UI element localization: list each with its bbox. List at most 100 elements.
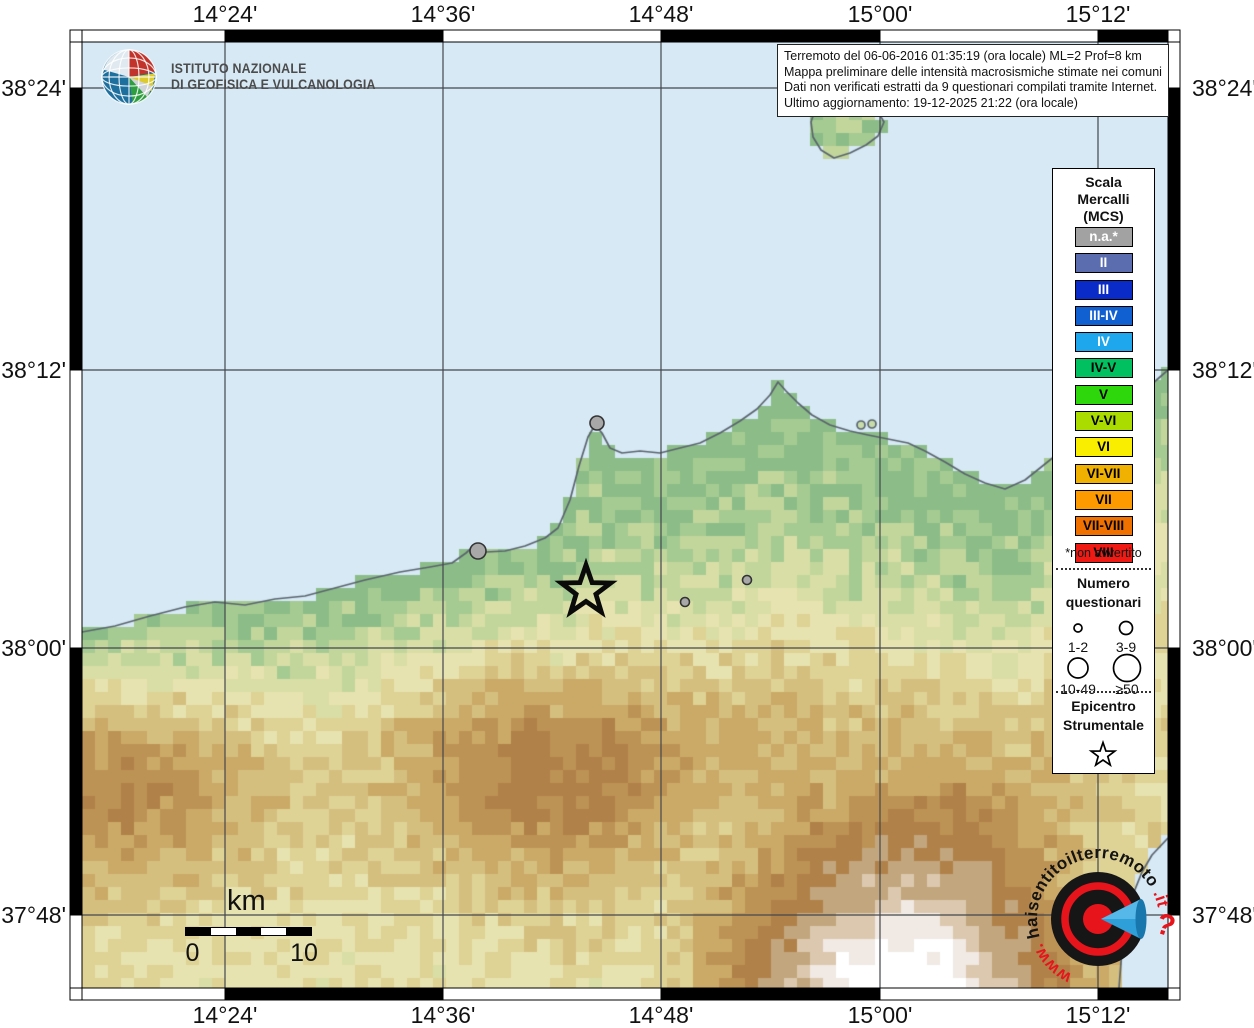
questionnaire-size-label: ≥50 [1115,681,1138,697]
ingv-name-line2: DI GEOFISICA E VULCANOLOGIA [171,77,376,94]
map-frame-segment [661,988,880,1000]
haisentitoilterremoto-logo: ? www. haisentitoilterremoto .it [1013,837,1183,1000]
logo-url-tld: .it [1149,887,1172,909]
map-frame-segment [1098,30,1168,42]
map-frame-segment [661,30,880,42]
map-frame-segment [443,988,661,1000]
epicenter-title-line2: Strumentale [1053,716,1154,735]
ingv-logo: ISTITUTO NAZIONALE DI GEOFISICA E VULCAN… [100,46,393,108]
scale-bar-segments [185,927,312,936]
logo-megaphone-cap [1136,899,1147,939]
map-frame-segment [1168,88,1180,370]
questionnaire-size-key: 1-2 3-9 10-49 ≥50 [1053,614,1154,698]
ingv-name-line1: ISTITUTO NAZIONALE [171,61,376,78]
epicenter-section-title: Epicentro Strumentale [1053,697,1154,735]
terrain-map [82,42,1168,988]
axis-label-right: 38°00' [1192,635,1254,661]
questionnaire-size-circle [1120,622,1133,635]
info-line-map-type: Mappa preliminare delle intensità macros… [784,65,1162,81]
scale-start-label: 0 [180,939,205,968]
map-frame-segment [70,915,82,988]
mcs-chip-n.a.*: n.a.* [1075,227,1133,247]
scale-segment [211,928,236,935]
scale-segment [186,928,211,935]
legend-title-line3: (MCS) [1053,208,1154,225]
map-frame-segment [1168,42,1180,88]
legend-footnote: *non avvertito [1053,546,1154,560]
map-frame-segment [70,370,82,648]
mcs-chip-VI-VII: VI-VII [1075,464,1133,484]
logo-question-mark: ? [1152,907,1180,944]
mcs-chip-list: n.a.*IIIIIIII-IVIVIV-VVV-VIVIVI-VIIVIIVI… [1053,227,1154,563]
map-frame-segment [70,88,82,370]
legend-panel: Scala Mercalli (MCS) n.a.*IIIIIIII-IVIVI… [1052,168,1155,774]
map-frame-segment [70,988,82,1000]
map-frame-segment [82,988,225,1000]
scale-segment [236,928,261,935]
scale-unit-label: km [227,885,266,918]
mcs-chip-III: III [1075,280,1133,300]
mcs-chip-IV-V: IV-V [1075,358,1133,378]
map-frame-segment [225,30,443,42]
info-line-event: Terremoto del 06-06-2016 01:35:19 (ora l… [784,49,1162,65]
axis-label-bottom: 15°00' [835,1002,925,1028]
mcs-chip-II: II [1075,253,1133,273]
axis-label-left: 38°24' [0,75,66,101]
scale-end-label: 10 [288,939,320,968]
info-line-data-source: Dati non verificati estratti da 9 questi… [784,80,1162,96]
questionnaire-section-title: Numero questionari [1053,574,1154,612]
epicenter-title-line1: Epicentro [1053,697,1154,716]
axis-label-bottom: 14°48' [616,1002,706,1028]
epicenter-star-key [1053,737,1154,771]
legend-title-line2: Mercalli [1053,191,1154,208]
map-frame-segment [225,988,443,1000]
legend-divider-2 [1056,691,1151,693]
epicenter-star-icon [1091,743,1115,766]
questionnaire-size-label: 3-9 [1116,639,1136,655]
questionnaire-title-line2: questionari [1053,593,1154,612]
mcs-chip-VII: VII [1075,490,1133,510]
axis-label-right: 38°12' [1192,357,1254,383]
intensity-map-page: ISTITUTO NAZIONALE DI GEOFISICA E VULCAN… [0,0,1254,1024]
axis-label-right: 38°24' [1192,75,1254,101]
scale-segment [261,928,286,935]
legend-title-line1: Scala [1053,174,1154,191]
scale-segment [286,928,311,935]
mcs-chip-V: V [1075,385,1133,405]
map-frame-segment [443,30,661,42]
map-frame-segment [1168,30,1180,42]
map-frame-segment [70,30,82,42]
questionnaire-size-circle [1068,658,1088,678]
axis-label-left: 38°12' [0,357,66,383]
legend-divider-1 [1056,568,1151,570]
mcs-chip-VI: VI [1075,437,1133,457]
axis-label-right: 37°48' [1192,902,1254,928]
mcs-chip-III-IV: III-IV [1075,306,1133,326]
mcs-chip-IV: IV [1075,332,1133,352]
axis-label-top: 14°24' [180,1,270,27]
ingv-globe-icon [100,46,158,108]
axis-label-left: 37°48' [0,902,66,928]
questionnaire-size-label: 10-49 [1060,681,1096,697]
axis-label-top: 14°48' [616,1,706,27]
axis-label-bottom: 14°36' [398,1002,488,1028]
axis-label-bottom: 15°12' [1053,1002,1143,1028]
axis-label-top: 15°12' [1053,1,1143,27]
questionnaire-title-line1: Numero [1053,574,1154,593]
questionnaire-size-circle [1074,624,1082,632]
axis-label-top: 14°36' [398,1,488,27]
questionnaire-size-circle [1114,655,1141,682]
axis-label-top: 15°00' [835,1,925,27]
mcs-chip-VII-VIII: VII-VIII [1075,516,1133,536]
map-frame-segment [880,30,1098,42]
map-frame-segment [1168,370,1180,648]
info-line-updated: Ultimo aggiornamento: 19-12-2025 21:22 (… [784,96,1162,112]
questionnaire-size-label: 1-2 [1068,639,1088,655]
map-frame-segment [82,30,225,42]
earthquake-info-box: Terremoto del 06-06-2016 01:35:19 (ora l… [777,44,1169,117]
legend-title: Scala Mercalli (MCS) [1053,174,1154,225]
map-frame-segment [70,648,82,915]
map-scale-bar: km 0 10 [180,885,320,975]
axis-label-left: 38°00' [0,635,66,661]
ingv-name: ISTITUTO NAZIONALE DI GEOFISICA E VULCAN… [171,61,376,94]
